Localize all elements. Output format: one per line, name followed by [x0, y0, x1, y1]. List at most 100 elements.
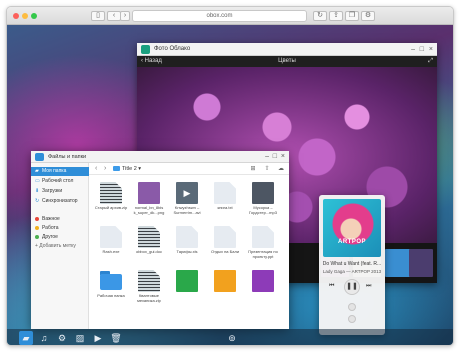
photo-window-title: Фото Облако	[154, 46, 191, 52]
file-name: книга.txt	[217, 205, 233, 210]
file-item[interactable]: Мусорка – Гордстер...mp3	[245, 179, 281, 217]
file-item[interactable]	[169, 267, 205, 305]
file-name: Отдых на Бали	[210, 249, 240, 254]
file-item[interactable]: obbox_gui.doc	[131, 223, 167, 261]
sync-icon: ↻	[35, 198, 40, 204]
current-folder-label: Title 2	[122, 166, 137, 172]
obox-icon[interactable]: ⊚	[225, 331, 239, 345]
files-app-icon	[35, 153, 44, 161]
zoom-button[interactable]	[31, 13, 37, 19]
tag-label: Работа	[42, 225, 59, 231]
address-bar[interactable]: obox.com	[132, 10, 307, 22]
reload-icon[interactable]: ↻	[313, 11, 327, 21]
file-item[interactable]: Тарифы.xls	[169, 223, 205, 261]
download-icon: ⬇	[35, 188, 40, 194]
sidebar-item-label: Моя папка	[42, 168, 67, 174]
sidebar-item-sync[interactable]: ↻ Синхронизатор	[31, 197, 89, 206]
folder-selector[interactable]: Title 2 ▾	[113, 163, 141, 175]
video-icon: ▶	[176, 182, 198, 204]
minimize-icon[interactable]: –	[265, 151, 269, 163]
video-icon[interactable]: ▶	[91, 331, 105, 345]
file-item[interactable]: книга.txt	[207, 179, 243, 217]
file-item[interactable]	[207, 267, 243, 305]
add-tag-button[interactable]: + Добавить метку	[31, 242, 89, 251]
file-item[interactable]: Отдых на Бали	[207, 223, 243, 261]
sidebar-item-my-folder[interactable]: ▰ Моя папка	[31, 167, 89, 176]
folder-icon	[113, 166, 120, 172]
file-grid: Старый архив.zip normal_bn_8bis k_super_d…	[89, 175, 289, 329]
doc-icon	[252, 226, 274, 248]
settings-icon[interactable]: ⚙	[361, 11, 375, 21]
photo-icon[interactable]: ▨	[73, 331, 87, 345]
share-icon[interactable]: ⇪	[329, 11, 343, 21]
sidebar-toggle-icon[interactable]: ▯	[91, 11, 105, 21]
app-icon	[176, 270, 198, 292]
files-toolbar: ‹ › Title 2 ▾ ⊞ ⇧ ☁	[89, 163, 289, 175]
files-window-titlebar: Файлы и папки – □ ×	[31, 151, 289, 163]
tag-work[interactable]: Работа	[31, 224, 89, 233]
pause-button[interactable]: ❚❚	[344, 279, 360, 295]
photo-window-titlebar: Фото Облако – □ ×	[137, 43, 437, 56]
back-button[interactable]: ‹ Назад	[141, 56, 162, 67]
photo-thumbnail[interactable]	[409, 249, 433, 277]
photo-navbar: Цветы ‹ Назад ⤢	[137, 56, 437, 67]
dock: ▰ ♫ ⚙ ▨ ▶ 🗑 ⊚	[7, 329, 453, 345]
file-item[interactable]: Презентация по проекту.ppt	[245, 223, 281, 261]
folder-icon	[100, 274, 122, 290]
maximize-icon[interactable]: □	[273, 151, 277, 163]
file-name: Knwyzhswn – Surmerrim...avi	[173, 205, 201, 215]
browser-toolbar: ▯ ‹ › obox.com ↻ ⇪ ❐ ⚙	[7, 7, 453, 25]
file-item[interactable]: Старый архив.zip	[93, 179, 129, 217]
file-item[interactable]: ▶ Knwyzhswn – Surmerrim...avi	[169, 179, 205, 217]
file-name: obbox_gui.doc	[135, 249, 163, 254]
folder-icon[interactable]: ▰	[19, 331, 33, 345]
close-button[interactable]	[13, 13, 19, 19]
file-name	[207, 293, 243, 303]
fullscreen-icon[interactable]: ⤢	[428, 56, 433, 67]
forward-icon[interactable]: ›	[120, 11, 130, 21]
doc-icon	[214, 182, 236, 204]
files-sidebar: ▰ Моя папка ▭ Рабочий стол ⬇ Загрузки ↻ Синх…	[31, 163, 89, 329]
trash-icon[interactable]: 🗑	[109, 331, 123, 345]
album-word: ARTPOP	[337, 239, 366, 245]
close-icon[interactable]: ×	[281, 151, 285, 163]
file-name	[169, 293, 205, 303]
file-name	[245, 293, 281, 303]
back-icon[interactable]: ‹	[95, 163, 97, 175]
new-folder-icon[interactable]: ⊞	[249, 165, 257, 173]
minimize-icon[interactable]: –	[411, 43, 415, 56]
shuffle-icon[interactable]	[348, 315, 356, 323]
sidebar-item-desktop[interactable]: ▭ Рабочий стол	[31, 177, 89, 186]
sidebar-item-downloads[interactable]: ⬇ Загрузки	[31, 187, 89, 196]
tag-other[interactable]: Другое	[31, 233, 89, 242]
music-icon[interactable]: ♫	[37, 331, 51, 345]
previous-icon[interactable]: ⏮	[329, 283, 334, 290]
song-artist: Lady Gaga — ARTPOP 2013	[322, 269, 382, 274]
close-icon[interactable]: ×	[429, 43, 433, 56]
folder-icon: ▰	[35, 168, 39, 174]
cloud-icon[interactable]: ☁	[277, 165, 285, 173]
maximize-icon[interactable]: □	[420, 43, 424, 56]
file-item[interactable]: Рабочая папка	[93, 267, 129, 305]
settings-icon[interactable]: ⚙	[55, 331, 69, 345]
minimize-button[interactable]	[22, 13, 28, 19]
file-item[interactable]: Квантовые механика.zip	[131, 267, 167, 305]
back-icon[interactable]: ‹	[107, 11, 121, 21]
photo-app-icon	[141, 45, 150, 54]
tag-dot	[35, 216, 39, 221]
doc-icon	[176, 226, 198, 248]
file-item[interactable]	[245, 267, 281, 305]
file-item[interactable]: normal_bn_8bis k_super_dk...png	[131, 179, 167, 217]
file-name: Квантовые механика.zip	[137, 293, 161, 303]
forward-icon[interactable]: ›	[104, 163, 106, 175]
upload-icon[interactable]: ⇧	[263, 165, 271, 173]
browser-window: ▯ ‹ › obox.com ↻ ⇪ ❐ ⚙ Фото Облако – □ ×…	[6, 6, 454, 346]
tag-important[interactable]: Важное	[31, 215, 89, 224]
file-name: Рабочая папка	[97, 293, 125, 298]
tabs-icon[interactable]: ❐	[345, 11, 359, 21]
file-item[interactable]: Rash.exe	[93, 223, 129, 261]
archive-icon	[138, 270, 160, 292]
next-icon[interactable]: ⏭	[366, 283, 371, 290]
repeat-icon[interactable]	[348, 303, 356, 311]
tag-dot	[35, 234, 39, 239]
